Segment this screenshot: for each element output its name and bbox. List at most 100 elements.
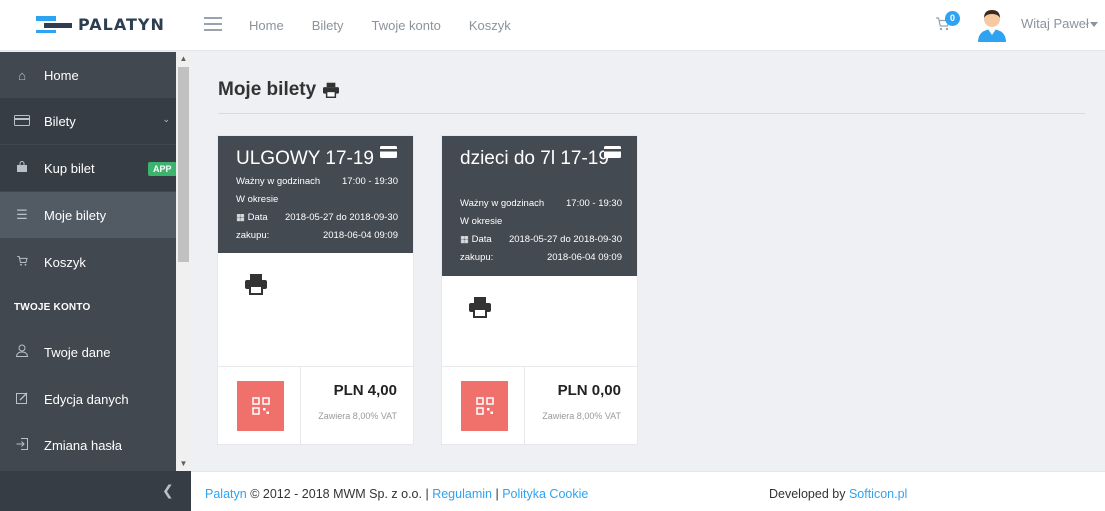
sidebar-item-label: Koszyk <box>44 254 86 270</box>
footer-separator: | <box>495 487 499 501</box>
bag-icon <box>0 160 44 176</box>
period-value: 2018-05-27 do 2018-09-30 <box>284 212 398 223</box>
valid-hours-label: Ważny w godzinach <box>236 176 321 187</box>
avatar[interactable] <box>976 8 1008 42</box>
purchase-value: 2018-06-04 09:09 <box>546 252 622 263</box>
ticket-footer: PLN 0,00 Zawiera 8,00% VAT <box>442 366 637 445</box>
sidebar-section-label: TWOJE KONTO <box>14 302 91 313</box>
regulamin-link[interactable]: Regulamin <box>432 487 492 501</box>
sidebar-item-edycja-danych[interactable]: Edycja danych <box>0 376 176 422</box>
card-icon <box>604 146 621 158</box>
print-icon[interactable] <box>468 296 492 318</box>
top-nav: Home Bilety Twoje konto Koszyk <box>249 18 511 33</box>
developed-by-text: Developed by <box>769 487 846 501</box>
footer-divider <box>524 367 525 445</box>
cookie-policy-link[interactable]: Polityka Cookie <box>502 487 588 501</box>
sidebar-item-koszyk[interactable]: Koszyk <box>0 239 176 285</box>
purchase-label: zakupu: <box>236 230 270 241</box>
logo-mark-icon <box>36 14 72 34</box>
date-label: Data <box>471 234 492 245</box>
qr-code-button[interactable] <box>461 381 508 431</box>
cart-icon <box>0 255 44 270</box>
valid-hours-row: Ważny w godzinach 17:00 - 19:30 <box>236 176 398 187</box>
calendar-icon: ▦ <box>236 212 245 223</box>
card-icon <box>380 146 397 158</box>
chevron-down-icon: ⌄ <box>162 114 170 124</box>
period-label: W okresie <box>236 194 279 205</box>
sidebar-item-home[interactable]: ⌂ Home <box>0 52 176 98</box>
purchase-row: zakupu: 2018-06-04 09:09 <box>236 230 398 241</box>
title-divider <box>218 113 1085 114</box>
ticket-price: PLN 4,00 <box>333 382 397 399</box>
footer-divider <box>300 367 301 445</box>
ticket-name: ULGOWY 17-19 <box>236 148 374 169</box>
sidebar-collapse-bar: ❮ <box>0 471 191 511</box>
topnav-twoje-konto[interactable]: Twoje konto <box>371 18 440 33</box>
ticket-header: dzieci do 7l 17-19 Ważny w godzinach 17:… <box>442 136 637 276</box>
scroll-up-icon[interactable]: ▲ <box>176 52 191 66</box>
valid-hours-value: 17:00 - 19:30 <box>342 176 398 187</box>
page-title: Moje bilety <box>218 79 340 101</box>
list-icon: ☰ <box>16 207 28 222</box>
sidebar: ⌂ Home Bilety ⌄ Kup bilet APP ☰ Moje bil… <box>0 52 191 471</box>
date-label: Data <box>247 212 268 223</box>
period-label: W okresie <box>460 216 503 227</box>
valid-hours-row: Ważny w godzinach 17:00 - 19:30 <box>460 198 622 209</box>
ticket-card: dzieci do 7l 17-19 Ważny w godzinach 17:… <box>441 135 638 445</box>
user-greeting[interactable]: Witaj Paweł <box>1021 16 1089 31</box>
sidebar-item-label: Zmiana hasła <box>44 437 123 453</box>
page-footer: Palatyn © 2012 - 2018 MWM Sp. z o.o. | R… <box>191 471 1105 511</box>
sidebar-item-label: Edycja danych <box>44 391 129 407</box>
brand-name: PALATYN <box>78 14 165 34</box>
app-badge: APP <box>148 162 177 176</box>
calendar-icon: ▦ <box>460 234 469 245</box>
sidebar-item-bilety[interactable]: Bilety ⌄ <box>0 98 176 144</box>
page-title-text: Moje bilety <box>218 79 317 100</box>
developer-link[interactable]: Softicon.pl <box>849 487 907 501</box>
chevron-left-icon[interactable]: ❮ <box>162 482 174 499</box>
footer-left: Palatyn © 2012 - 2018 MWM Sp. z o.o. | R… <box>205 487 588 501</box>
ticket-price: PLN 0,00 <box>557 382 621 399</box>
qr-code-icon <box>475 397 494 415</box>
chevron-down-icon[interactable] <box>1090 22 1098 27</box>
purchase-label: zakupu: <box>460 252 494 263</box>
period-row: ▦ Data 2018-05-27 do 2018-09-30 <box>236 212 398 223</box>
ticket-footer: PLN 4,00 Zawiera 8,00% VAT <box>218 366 413 445</box>
sidebar-item-label: Bilety <box>44 113 76 129</box>
sidebar-item-label: Home <box>44 67 79 83</box>
scroll-down-icon[interactable]: ▼ <box>176 457 191 471</box>
print-icon[interactable] <box>244 273 268 295</box>
period-value: 2018-05-27 do 2018-09-30 <box>508 234 622 245</box>
user-icon <box>0 344 44 360</box>
purchase-row: zakupu: 2018-06-04 09:09 <box>460 252 622 263</box>
topnav-koszyk[interactable]: Koszyk <box>469 18 511 33</box>
ticket-card: ULGOWY 17-19 Ważny w godzinach 17:00 - 1… <box>217 135 414 445</box>
scrollbar-thumb[interactable] <box>178 67 189 262</box>
sidebar-item-label: Moje bilety <box>44 207 107 223</box>
period-row: ▦ Data 2018-05-27 do 2018-09-30 <box>460 234 622 245</box>
home-icon: ⌂ <box>18 67 26 83</box>
copyright-text: © 2012 - 2018 MWM Sp. z o.o. <box>250 487 422 501</box>
menu-toggle-icon[interactable] <box>204 17 222 31</box>
valid-hours-value: 17:00 - 19:30 <box>566 198 622 209</box>
brand-logo[interactable]: PALATYN <box>36 12 176 36</box>
footer-brand-link[interactable]: Palatyn <box>205 487 247 501</box>
print-icon[interactable] <box>322 82 340 98</box>
topnav-home[interactable]: Home <box>249 18 284 33</box>
footer-right: Developed by Softicon.pl <box>769 487 907 501</box>
ticket-vat: Zawiera 8,00% VAT <box>542 411 621 421</box>
ticket-header: ULGOWY 17-19 Ważny w godzinach 17:00 - 1… <box>218 136 413 253</box>
sidebar-item-zmiana-hasla[interactable]: Zmiana hasła <box>0 422 176 468</box>
sidebar-item-label: Kup bilet <box>44 160 95 176</box>
cart-count-badge: 0 <box>945 11 960 26</box>
footer-separator: | <box>425 487 429 501</box>
purchase-value: 2018-06-04 09:09 <box>322 230 398 241</box>
topnav-bilety[interactable]: Bilety <box>312 18 344 33</box>
qr-code-icon <box>251 397 270 415</box>
qr-code-button[interactable] <box>237 381 284 431</box>
edit-icon <box>0 392 44 407</box>
valid-hours-label: Ważny w godzinach <box>460 198 545 209</box>
login-icon <box>0 437 44 453</box>
sidebar-item-twoje-dane[interactable]: Twoje dane <box>0 329 176 375</box>
sidebar-item-moje-bilety[interactable]: ☰ Moje bilety <box>0 192 176 238</box>
